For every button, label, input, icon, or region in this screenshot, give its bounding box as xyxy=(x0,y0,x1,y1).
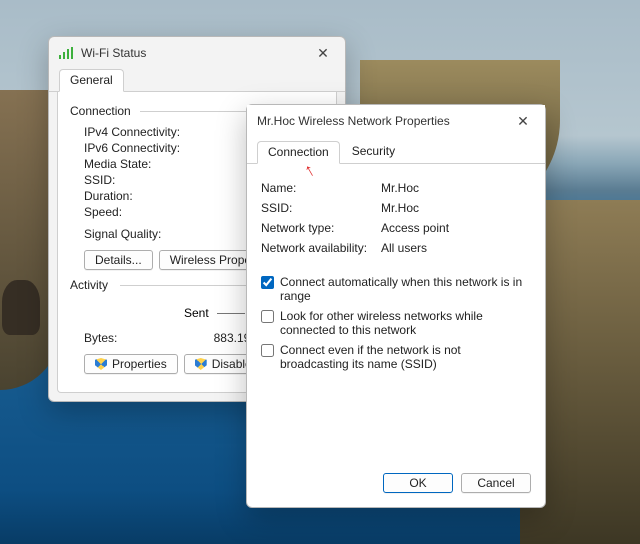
ssid-value: Mr.Hoc xyxy=(381,201,419,215)
bytes-label: Bytes: xyxy=(84,331,204,345)
wifi-status-title: Wi-Fi Status xyxy=(81,46,309,60)
connect-automatically-checkbox[interactable]: Connect automatically when this network … xyxy=(261,272,531,306)
close-icon[interactable]: ✕ xyxy=(509,113,537,130)
wifi-signal-icon xyxy=(59,47,75,59)
duration-label: Duration: xyxy=(84,189,204,203)
network-type-value: Access point xyxy=(381,221,449,235)
connect-hidden-checkbox[interactable]: Connect even if the network is not broad… xyxy=(261,340,531,374)
look-for-networks-checkbox[interactable]: Look for other wireless networks while c… xyxy=(261,306,531,340)
network-type-label: Network type: xyxy=(261,221,381,235)
wifi-status-tabs: General xyxy=(49,69,345,92)
ssid-label: SSID: xyxy=(84,173,204,187)
tab-general[interactable]: General xyxy=(59,69,124,92)
ok-button[interactable]: OK xyxy=(383,473,453,493)
name-value: Mr.Hoc xyxy=(381,181,419,195)
ssid-label: SSID: xyxy=(261,201,381,215)
tab-connection[interactable]: Connection xyxy=(257,141,340,164)
details-button[interactable]: Details... xyxy=(84,250,153,270)
properties-tabs: Connection Security xyxy=(247,141,545,164)
speed-label: Speed: xyxy=(84,205,204,219)
ipv4-label: IPv4 Connectivity: xyxy=(84,125,204,139)
properties-titlebar[interactable]: Mr.Hoc Wireless Network Properties ✕ xyxy=(247,105,545,137)
properties-button[interactable]: Properties xyxy=(84,354,178,374)
signal-quality-label: Signal Quality: xyxy=(84,227,204,241)
wifi-status-titlebar[interactable]: Wi-Fi Status ✕ xyxy=(49,37,345,69)
network-availability-label: Network availability: xyxy=(261,241,381,255)
properties-footer: OK Cancel xyxy=(247,463,545,507)
close-icon[interactable]: ✕ xyxy=(309,45,337,62)
cancel-button[interactable]: Cancel xyxy=(461,473,531,493)
network-availability-value: All users xyxy=(381,241,427,255)
activity-sent-label: Sent xyxy=(184,306,209,320)
media-state-label: Media State: xyxy=(84,157,204,171)
ipv6-label: IPv6 Connectivity: xyxy=(84,141,204,155)
name-label: Name: xyxy=(261,181,381,195)
shield-icon xyxy=(195,358,207,370)
tab-security[interactable]: Security xyxy=(342,141,405,163)
network-properties-window: Mr.Hoc Wireless Network Properties ✕ Con… xyxy=(246,104,546,508)
properties-panel: ↑ Name:Mr.Hoc SSID:Mr.Hoc Network type:A… xyxy=(247,164,545,386)
shield-icon xyxy=(95,358,107,370)
background-rock xyxy=(2,280,40,335)
properties-title: Mr.Hoc Wireless Network Properties xyxy=(257,114,509,128)
